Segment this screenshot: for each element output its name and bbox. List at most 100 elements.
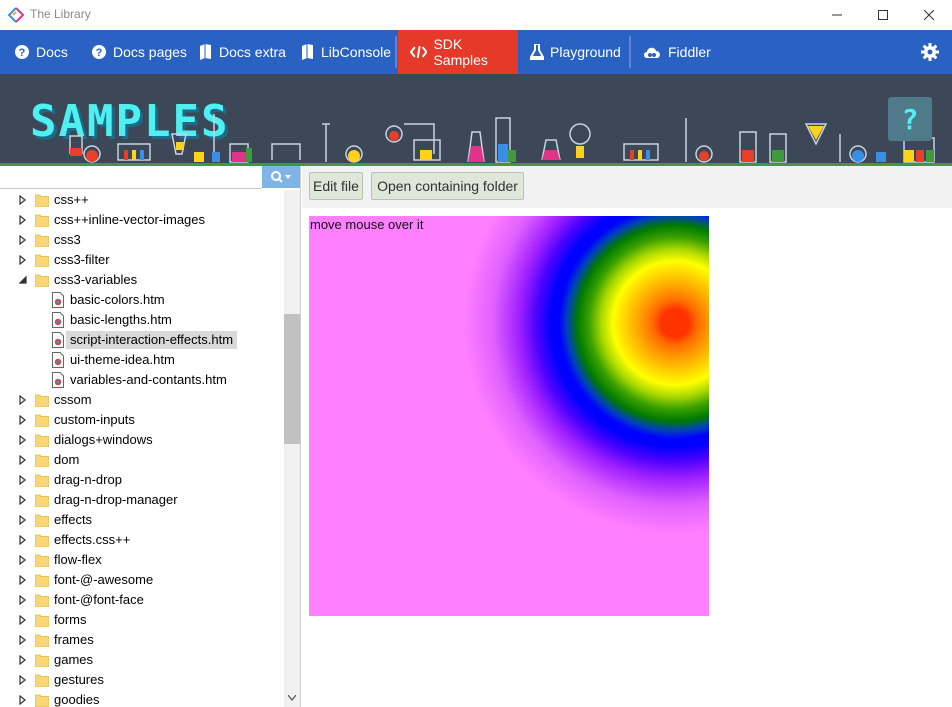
nav-separator bbox=[629, 36, 631, 68]
search-input[interactable] bbox=[0, 167, 262, 189]
folder-icon bbox=[35, 394, 49, 407]
tree-item-label: custom-inputs bbox=[54, 412, 135, 427]
tree-folder-item[interactable]: cssom bbox=[0, 390, 284, 410]
collapsed-arrow-icon[interactable] bbox=[19, 615, 27, 625]
demo-canvas[interactable]: move mouse over it bbox=[309, 216, 709, 616]
tree-folder-item[interactable]: css3-variables bbox=[0, 270, 284, 290]
help-button[interactable]: ? bbox=[888, 97, 932, 141]
html-file-icon bbox=[52, 312, 64, 328]
collapsed-arrow-icon[interactable] bbox=[19, 555, 27, 565]
tree-folder-item[interactable]: gestures bbox=[0, 670, 284, 690]
nav-docs-extra[interactable]: Docs extra bbox=[199, 30, 286, 74]
collapsed-arrow-icon[interactable] bbox=[19, 395, 27, 405]
collapsed-arrow-icon[interactable] bbox=[19, 655, 27, 665]
collapsed-arrow-icon[interactable] bbox=[19, 495, 27, 505]
tree-folder-item[interactable]: font-@font-face bbox=[0, 590, 284, 610]
collapsed-arrow-icon[interactable] bbox=[19, 435, 27, 445]
tree-folder-item[interactable]: dom bbox=[0, 450, 284, 470]
collapsed-arrow-icon[interactable] bbox=[19, 675, 27, 685]
tree-folder-item[interactable]: custom-inputs bbox=[0, 410, 284, 430]
tree-folder-item[interactable]: drag-n-drop-manager bbox=[0, 490, 284, 510]
html-file-icon bbox=[52, 352, 64, 368]
expanded-arrow-icon[interactable] bbox=[19, 275, 27, 285]
tree-file-item[interactable]: script-interaction-effects.htm bbox=[0, 330, 284, 350]
nav-docs-pages[interactable]: ? Docs pages bbox=[91, 30, 187, 74]
nav-docs-extra-label: Docs extra bbox=[219, 44, 286, 60]
search-icon bbox=[271, 171, 291, 183]
tree-folder-item[interactable]: frames bbox=[0, 630, 284, 650]
tree-item-label: basic-colors.htm bbox=[70, 292, 165, 307]
minimize-button[interactable] bbox=[814, 0, 860, 30]
scroll-down-button[interactable] bbox=[284, 691, 300, 705]
folder-icon bbox=[35, 234, 49, 247]
collapsed-arrow-icon[interactable] bbox=[19, 195, 27, 205]
code-icon bbox=[410, 46, 428, 58]
tree-folder-item[interactable]: font-@-awesome bbox=[0, 570, 284, 590]
main-nav: ? Docs ? Docs pages Docs extra LibConsol… bbox=[0, 30, 952, 74]
folder-icon bbox=[35, 614, 49, 627]
folder-icon bbox=[35, 554, 49, 567]
lab-equipment-illustration bbox=[69, 114, 935, 163]
nav-playground[interactable]: Playground bbox=[530, 30, 621, 74]
collapsed-arrow-icon[interactable] bbox=[19, 455, 27, 465]
collapsed-arrow-icon[interactable] bbox=[19, 235, 27, 245]
tree-file-item[interactable]: basic-lengths.htm bbox=[0, 310, 284, 330]
nav-sdk-samples[interactable]: SDK Samples bbox=[398, 30, 518, 74]
tree-item-label: basic-lengths.htm bbox=[70, 312, 172, 327]
tree-folder-item[interactable]: css++inline-vector-images bbox=[0, 210, 284, 230]
scrollbar-thumb[interactable] bbox=[284, 314, 300, 444]
chevron-down-icon bbox=[288, 695, 296, 701]
tree-folder-item[interactable]: css++ bbox=[0, 190, 284, 210]
nav-fiddler-label: Fiddler bbox=[668, 44, 711, 60]
tree-item-label: goodies bbox=[54, 692, 100, 707]
tree-item-label: variables-and-contants.htm bbox=[70, 372, 227, 387]
collapsed-arrow-icon[interactable] bbox=[19, 215, 27, 225]
nav-libconsole[interactable]: LibConsole bbox=[301, 30, 391, 74]
tree-folder-item[interactable]: forms bbox=[0, 610, 284, 630]
collapsed-arrow-icon[interactable] bbox=[19, 695, 27, 705]
gear-icon[interactable] bbox=[920, 42, 940, 62]
edit-file-button[interactable]: Edit file bbox=[309, 172, 363, 200]
maximize-button[interactable] bbox=[860, 0, 906, 30]
tree-item-label: forms bbox=[54, 612, 87, 627]
collapsed-arrow-icon[interactable] bbox=[19, 535, 27, 545]
collapsed-arrow-icon[interactable] bbox=[19, 575, 27, 585]
tree-file-item[interactable]: basic-colors.htm bbox=[0, 290, 284, 310]
maximize-icon bbox=[878, 10, 888, 20]
tree-folder-item[interactable]: goodies bbox=[0, 690, 284, 707]
open-folder-button[interactable]: Open containing folder bbox=[371, 172, 524, 200]
tree-folder-item[interactable]: flow-flex bbox=[0, 550, 284, 570]
tree-file-item[interactable]: variables-and-contants.htm bbox=[0, 370, 284, 390]
tree-folder-item[interactable]: games bbox=[0, 650, 284, 670]
folder-icon bbox=[35, 674, 49, 687]
title-bar: The Library bbox=[0, 0, 952, 30]
tree-folder-item[interactable]: drag-n-drop bbox=[0, 470, 284, 490]
search-row bbox=[0, 166, 300, 190]
search-button[interactable] bbox=[262, 166, 300, 188]
tree-item-label: ui-theme-idea.htm bbox=[70, 352, 175, 367]
folder-icon bbox=[35, 634, 49, 647]
nav-sdk-samples-label: SDK Samples bbox=[433, 36, 488, 68]
folder-icon bbox=[35, 694, 49, 707]
folder-icon bbox=[35, 434, 49, 447]
collapsed-arrow-icon[interactable] bbox=[19, 475, 27, 485]
close-button[interactable] bbox=[906, 0, 952, 30]
tree-folder-item[interactable]: dialogs+windows bbox=[0, 430, 284, 450]
tree-item-label: dom bbox=[54, 452, 80, 467]
nav-docs[interactable]: ? Docs bbox=[14, 30, 68, 74]
collapsed-arrow-icon[interactable] bbox=[19, 415, 27, 425]
collapsed-arrow-icon[interactable] bbox=[19, 515, 27, 525]
nav-playground-label: Playground bbox=[550, 44, 621, 60]
tree-folder-item[interactable]: css3-filter bbox=[0, 250, 284, 270]
tree-file-item[interactable]: ui-theme-idea.htm bbox=[0, 350, 284, 370]
sidebar-scrollbar[interactable] bbox=[284, 190, 300, 707]
tree-folder-item[interactable]: effects.css++ bbox=[0, 530, 284, 550]
tree-folder-item[interactable]: css3 bbox=[0, 230, 284, 250]
nav-fiddler[interactable]: Fiddler bbox=[642, 30, 711, 74]
tree-folder-item[interactable]: effects bbox=[0, 510, 284, 530]
samples-banner: SAMPLES ? bbox=[0, 74, 952, 166]
tree-item-label: cssom bbox=[54, 392, 92, 407]
collapsed-arrow-icon[interactable] bbox=[19, 635, 27, 645]
collapsed-arrow-icon[interactable] bbox=[19, 255, 27, 265]
collapsed-arrow-icon[interactable] bbox=[19, 595, 27, 605]
